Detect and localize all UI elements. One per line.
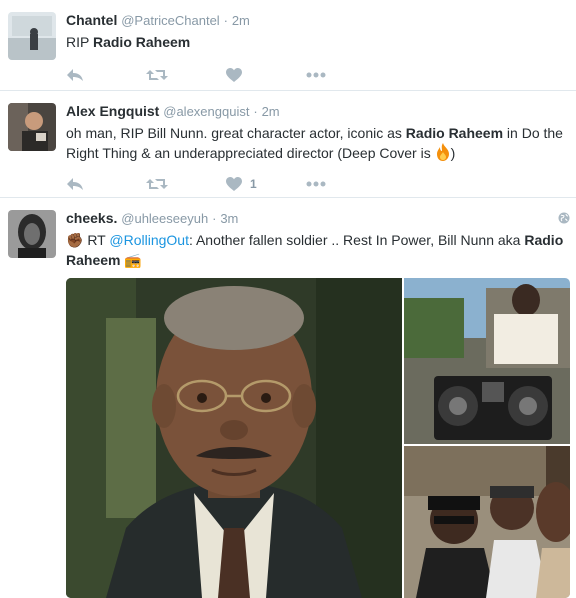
more-icon (306, 72, 326, 78)
tweet-text: RIP Radio Raheem (66, 32, 564, 52)
portrait-photo[interactable] (66, 278, 402, 598)
tweet-header: Chantel @PatriceChantel · 2m (66, 11, 564, 30)
tweet-text-segment: ) (450, 145, 456, 161)
radio-emoji: 📻 (120, 252, 142, 268)
tweet-text-segment: oh man, RIP Bill Nunn. great character a… (66, 125, 406, 141)
author-handle[interactable]: @uhleeseeyuh (121, 211, 208, 226)
tweet-text-bold: Radio Raheem (92, 34, 191, 50)
author-handle[interactable]: @alexengquist (163, 104, 249, 119)
author-handle[interactable]: @PatriceChantel (121, 13, 219, 28)
author-name[interactable]: Alex Engquist (66, 103, 159, 119)
retweet-button[interactable] (146, 67, 226, 83)
more-button[interactable] (306, 72, 386, 78)
mention-link[interactable]: @RollingOut (109, 232, 189, 248)
avatar[interactable] (8, 12, 56, 60)
avatar[interactable] (8, 210, 56, 258)
heart-icon (226, 176, 242, 191)
globe-icon (558, 212, 570, 224)
tweet-text-segment: : Another fallen soldier .. Rest In Powe… (188, 232, 525, 248)
author-name[interactable]: cheeks. (66, 210, 117, 226)
tweet-text: ✊🏾 RT @RollingOut: Another fallen soldie… (66, 230, 564, 270)
retweet-icon (146, 179, 168, 189)
raised-fist-emoji: ✊🏾 (66, 232, 84, 248)
timestamp[interactable]: 3m (220, 211, 238, 226)
retweet-icon (146, 70, 168, 80)
tweet-text-segment: RIP (66, 34, 93, 50)
tweet-text: oh man, RIP Bill Nunn. great character a… (66, 123, 564, 163)
timestamp[interactable]: 2m (262, 104, 280, 119)
retweet-button[interactable] (146, 176, 226, 192)
media-photo[interactable] (66, 278, 570, 598)
tweet-actions: 1 (66, 167, 564, 201)
separator-dot: · (212, 211, 217, 226)
avatar[interactable] (8, 103, 56, 151)
tweet-actions (66, 58, 564, 92)
separator-dot: · (253, 104, 258, 119)
separator-dot: · (223, 13, 228, 28)
tweet-text-segment: RT (83, 232, 110, 248)
like-button[interactable]: 1 (226, 176, 306, 192)
timestamp[interactable]: 2m (232, 13, 250, 28)
more-icon (306, 181, 326, 187)
like-button[interactable] (226, 67, 306, 83)
fire-emoji-icon (436, 143, 449, 161)
author-name[interactable]: Chantel (66, 12, 117, 28)
tweet[interactable]: Alex Engquist @alexengquist · 2m oh man,… (0, 91, 576, 198)
reply-icon (67, 69, 83, 81)
tweet[interactable]: cheeks. @uhleeseeyuh · 3m ✊🏾 RT @Rolling… (0, 198, 576, 598)
boombox-photo[interactable] (404, 278, 570, 444)
reply-icon (67, 178, 83, 190)
heart-icon (226, 67, 242, 82)
reply-button[interactable] (66, 176, 146, 192)
tweet-header: Alex Engquist @alexengquist · 2m (66, 102, 564, 121)
more-button[interactable] (306, 181, 386, 187)
group-photo[interactable] (404, 446, 570, 598)
tweet-text-bold: Radio Raheem (405, 125, 504, 141)
reply-button[interactable] (66, 67, 146, 83)
like-count: 1 (250, 177, 257, 191)
tweet-header: cheeks. @uhleeseeyuh · 3m (66, 209, 564, 228)
tweet[interactable]: Chantel @PatriceChantel · 2m RIP Radio R… (0, 0, 576, 91)
